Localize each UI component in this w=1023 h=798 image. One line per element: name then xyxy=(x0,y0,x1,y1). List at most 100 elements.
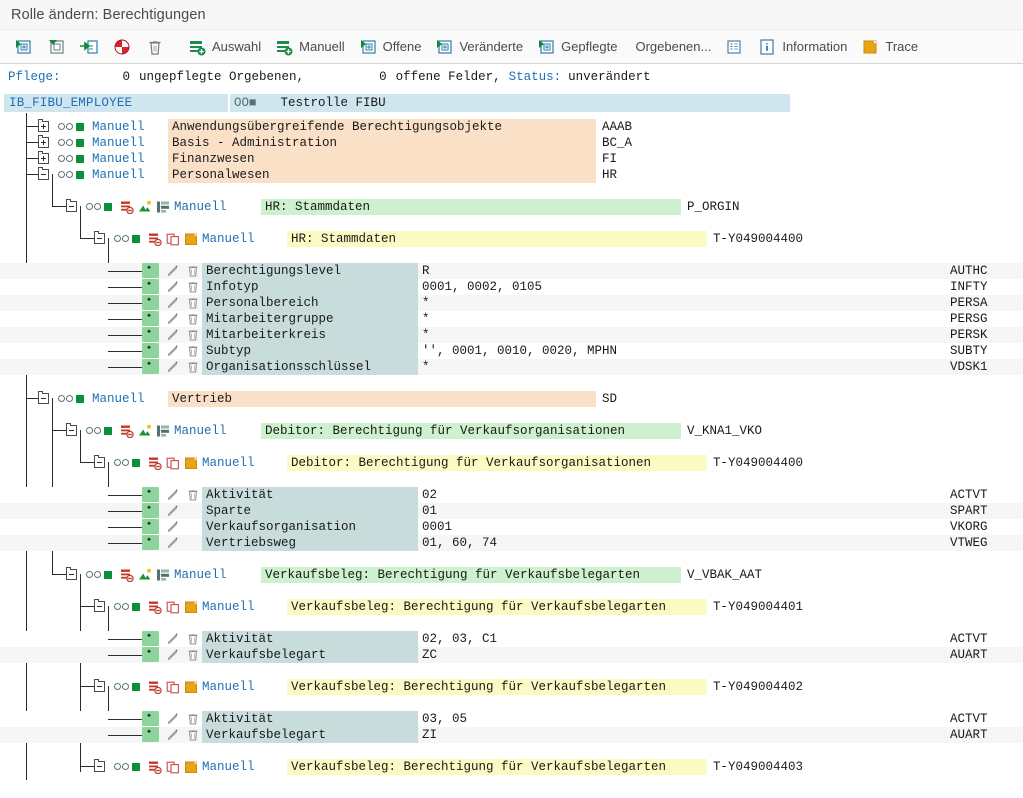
trace-marker-icon[interactable] xyxy=(184,680,198,694)
changed-button[interactable]: Veränderte xyxy=(429,33,528,61)
tree-expander-n7[interactable] xyxy=(38,391,49,404)
org-level-lock-icon[interactable] xyxy=(120,424,134,439)
delete-field-icon[interactable] xyxy=(186,488,200,502)
delete-field-icon[interactable] xyxy=(186,728,200,742)
org-level-lock-icon[interactable] xyxy=(148,760,162,775)
edit-pencil-icon[interactable] xyxy=(166,344,180,358)
field-value: 01 xyxy=(422,504,438,518)
trace-marker-icon[interactable] xyxy=(184,232,198,246)
delete-field-icon[interactable] xyxy=(186,712,200,726)
edit-pencil-icon[interactable] xyxy=(166,504,180,518)
field-add-value-button[interactable] xyxy=(142,645,159,662)
delete-button[interactable] xyxy=(140,33,170,61)
field-add-value-button[interactable] xyxy=(142,277,159,294)
selection-button[interactable]: Auswahl xyxy=(182,33,266,61)
role-header-row[interactable]: IB_FIBU_EMPLOYEE OO■ Testrolle FIBU xyxy=(0,94,1023,112)
org-level-icon[interactable] xyxy=(156,568,170,582)
tree-expander-n5[interactable] xyxy=(66,199,77,212)
copy-button[interactable] xyxy=(41,33,71,61)
field-add-value-button[interactable] xyxy=(142,725,159,742)
changed-indicator-icon[interactable] xyxy=(138,568,152,582)
copy-authorization-icon[interactable] xyxy=(166,760,180,774)
delete-field-icon[interactable] xyxy=(186,296,200,310)
copy-authorization-icon[interactable] xyxy=(166,232,180,246)
field-add-value-button[interactable] xyxy=(142,293,159,310)
field-add-value-button[interactable] xyxy=(142,485,159,502)
row-status-marks xyxy=(86,199,112,215)
delete-field-icon[interactable] xyxy=(186,648,200,662)
tree-expander-n3[interactable] xyxy=(38,151,49,164)
trace-marker-icon[interactable] xyxy=(184,760,198,774)
tree-expander-n11[interactable] xyxy=(94,599,105,612)
field-add-value-button[interactable] xyxy=(142,629,159,646)
tree-expander-n4[interactable] xyxy=(38,167,49,180)
tree-expander-n13[interactable] xyxy=(94,759,105,772)
field-code: PERSA xyxy=(950,296,988,310)
field-add-value-button[interactable] xyxy=(142,325,159,342)
delete-field-icon[interactable] xyxy=(186,312,200,326)
edit-pencil-icon[interactable] xyxy=(166,296,180,310)
edit-pencil-icon[interactable] xyxy=(166,328,180,342)
edit-pencil-icon[interactable] xyxy=(166,488,180,502)
field-add-value-button[interactable] xyxy=(142,517,159,534)
org-level-lock-icon[interactable] xyxy=(120,200,134,215)
copy-authorization-icon[interactable] xyxy=(166,680,180,694)
field-add-value-button[interactable] xyxy=(142,309,159,326)
field-add-value-button[interactable] xyxy=(142,501,159,518)
edit-pencil-icon[interactable] xyxy=(166,536,180,550)
delete-field-icon[interactable] xyxy=(186,280,200,294)
deactivate-button[interactable] xyxy=(107,33,137,61)
delete-field-icon[interactable] xyxy=(186,632,200,646)
tree-expander-n8[interactable] xyxy=(66,423,77,436)
org-levels-list-button[interactable] xyxy=(719,33,749,61)
changed-indicator-icon[interactable] xyxy=(138,200,152,214)
tree-expander-n12[interactable] xyxy=(94,679,105,692)
changed-indicator-icon[interactable] xyxy=(138,424,152,438)
field-add-value-button[interactable] xyxy=(142,709,159,726)
org-levels-button[interactable]: Orgebenen... xyxy=(625,33,716,61)
org-level-lock-icon[interactable] xyxy=(120,568,134,583)
edit-pencil-icon[interactable] xyxy=(166,728,180,742)
information-button[interactable]: Information xyxy=(752,33,852,61)
delete-field-icon[interactable] xyxy=(186,360,200,374)
trace-marker-icon[interactable] xyxy=(184,600,198,614)
edit-pencil-icon[interactable] xyxy=(166,280,180,294)
field-add-value-button[interactable] xyxy=(142,261,159,278)
field-add-value-button[interactable] xyxy=(142,341,159,358)
edit-pencil-icon[interactable] xyxy=(166,312,180,326)
copy-authorization-icon[interactable] xyxy=(166,456,180,470)
edit-pencil-icon[interactable] xyxy=(166,632,180,646)
org-level-lock-icon[interactable] xyxy=(148,232,162,247)
org-level-icon[interactable] xyxy=(156,424,170,438)
edit-pencil-icon[interactable] xyxy=(166,360,180,374)
trace-marker-icon[interactable] xyxy=(184,456,198,470)
tree-expander-n10[interactable] xyxy=(66,567,77,580)
delete-field-icon[interactable] xyxy=(186,344,200,358)
move-button[interactable] xyxy=(74,33,104,61)
org-level-icon[interactable] xyxy=(156,200,170,214)
delete-field-icon[interactable] xyxy=(186,328,200,342)
edit-pencil-icon[interactable] xyxy=(166,264,180,278)
field-add-value-button[interactable] xyxy=(142,357,159,374)
status-green-square-icon xyxy=(132,458,140,467)
copy-legend-button[interactable] xyxy=(8,33,38,61)
field-add-value-button[interactable] xyxy=(142,533,159,550)
status-green-square-icon xyxy=(104,426,112,435)
copy-authorization-icon[interactable] xyxy=(166,600,180,614)
tree-expander-n1[interactable] xyxy=(38,119,49,132)
tree-expander-n9[interactable] xyxy=(94,455,105,468)
delete-field-icon[interactable] xyxy=(186,264,200,278)
org-level-lock-icon[interactable] xyxy=(148,680,162,695)
edit-pencil-icon[interactable] xyxy=(166,648,180,662)
tree-expander-n6[interactable] xyxy=(94,231,105,244)
edit-pencil-icon[interactable] xyxy=(166,520,180,534)
field-label: Aktivität xyxy=(202,487,418,503)
org-level-lock-icon[interactable] xyxy=(148,600,162,615)
edit-pencil-icon[interactable] xyxy=(166,712,180,726)
manual-button[interactable]: Manuell xyxy=(269,33,350,61)
maintained-button[interactable]: Gepflegte xyxy=(531,33,622,61)
tree-expander-n2[interactable] xyxy=(38,135,49,148)
trace-button[interactable]: Trace xyxy=(855,33,923,61)
org-level-lock-icon[interactable] xyxy=(148,456,162,471)
open-button[interactable]: Offene xyxy=(353,33,427,61)
